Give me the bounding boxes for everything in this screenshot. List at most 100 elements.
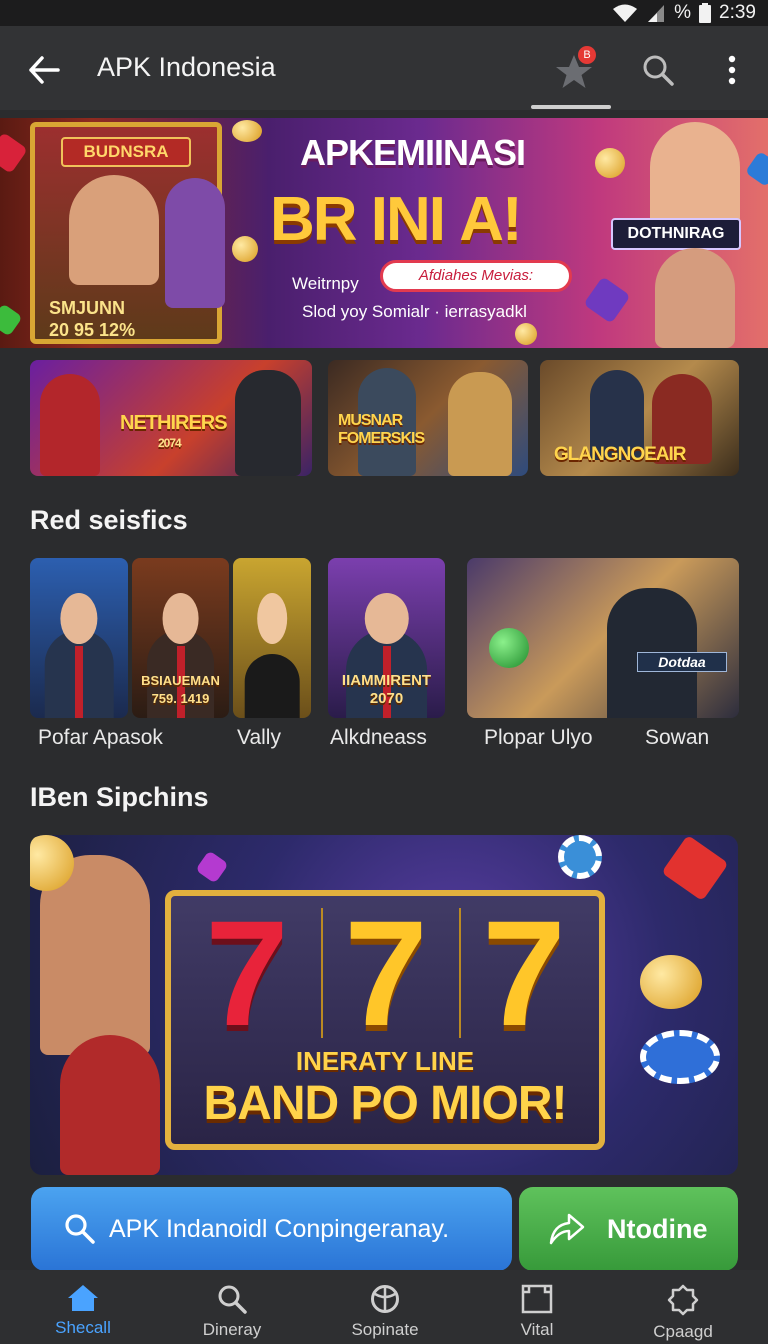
slot-machine-frame: 7 7 7 INERATY LINE BAND PO MIOR! [165, 890, 605, 1150]
coin-decoration [232, 236, 258, 262]
nav-label: Vital [520, 1320, 554, 1339]
game-tile[interactable]: IIAMMIRENT 2070 [328, 558, 445, 718]
page-title: APK Indonesia [97, 52, 276, 82]
featured-title: BAND PO MIOR! [203, 1077, 568, 1130]
home-icon [68, 1285, 98, 1311]
coin-decoration [640, 955, 702, 1009]
promo-title: MUSNAR FOMERSKIS [338, 412, 425, 447]
battery-icon [699, 3, 712, 23]
promo-title: GLANGNOEAIR [554, 444, 686, 465]
game-tile-tag: Dotdaa [637, 652, 727, 672]
game-tile[interactable]: BSIAUEMAN 759. 1419 [132, 558, 229, 718]
hero-pill: Afdiahes Mevias: [380, 260, 572, 292]
game-tile[interactable] [30, 558, 128, 718]
game-tile[interactable] [233, 558, 311, 718]
section-title: IBen Sipchins [30, 782, 209, 812]
hero-banner[interactable]: BUDNSRA SMJUNN 20 95 12% APKEMIINASI BR … [0, 118, 768, 348]
character-image [655, 248, 735, 348]
character-image [244, 654, 300, 718]
battery-percent: % [674, 2, 692, 23]
notification-badge: B [578, 46, 596, 64]
search-icon [643, 55, 674, 86]
download-apk-button[interactable]: APK Indanoidl Conpingeranay. [31, 1187, 512, 1271]
gem-decoration [0, 303, 23, 337]
nav-item-home[interactable]: Shecall [18, 1270, 148, 1344]
slot-symbol: 7 [205, 889, 289, 1057]
online-label: Ntodine [607, 1213, 708, 1244]
chip-decoration [640, 1030, 720, 1084]
featured-game-banner[interactable]: 7 7 7 INERATY LINE BAND PO MIOR! [30, 835, 738, 1175]
nav-label: Dineray [202, 1320, 262, 1339]
chip-decoration [558, 835, 602, 879]
coin-decoration [595, 148, 625, 178]
character-image [69, 175, 159, 285]
more-vertical-icon [728, 55, 736, 85]
status-bar: % 2:39 [0, 0, 768, 26]
promo-subtitle: 2074 [158, 436, 182, 450]
game-caption: Alkdneass [330, 726, 427, 749]
back-button[interactable] [22, 48, 66, 92]
hero-subtext: Slod yoy Somialr · ierrasyadkl [302, 302, 527, 321]
character-face [257, 593, 287, 645]
promo-title: NETHIRERS [120, 412, 228, 434]
search-button[interactable] [636, 48, 680, 92]
game-caption: Pofar Apasok [38, 726, 163, 749]
nav-item-settings[interactable]: Cpaagd [618, 1270, 748, 1344]
more-options-button[interactable] [710, 48, 754, 92]
nav-item-search[interactable]: Dineray [167, 1270, 297, 1344]
online-button[interactable]: Ntodine [519, 1187, 738, 1271]
nav-label: Cpaagd [653, 1322, 713, 1341]
hero-frame-caption-line: 20 95 12% [49, 320, 136, 340]
character-tie [75, 646, 83, 718]
frame-icon [521, 1284, 553, 1314]
promo-card[interactable]: MUSNAR FOMERSKIS [328, 360, 528, 476]
wifi-icon [613, 4, 638, 22]
favorites-button[interactable]: B [552, 46, 596, 90]
character-image [60, 1035, 160, 1175]
download-apk-label: APK Indanoidl Conpingeranay. [109, 1214, 450, 1243]
game-caption: Plopar Ulyo [484, 726, 593, 749]
clock: 2:39 [719, 2, 756, 23]
game-tile[interactable]: Dotdaa [467, 558, 739, 718]
character-image [448, 372, 512, 476]
nav-item-explore[interactable]: Sopinate [320, 1270, 450, 1344]
status-icons: % 2:39 [612, 0, 756, 26]
search-icon [65, 1214, 95, 1244]
hero-frame-caption-line: SMJUNN [49, 298, 126, 318]
app-bar: APK Indonesia B [0, 26, 768, 110]
nav-item-vital[interactable]: Vital [472, 1270, 602, 1344]
share-arrow-icon [549, 1213, 585, 1245]
character-image [165, 178, 225, 308]
character-face [162, 593, 199, 645]
section-title: Red seisfics [30, 505, 188, 535]
character-image [40, 374, 100, 476]
nav-label: Sopinate [351, 1320, 419, 1339]
hero-tagline: Weitrnpy [292, 274, 359, 293]
slot-reel: 7 [459, 898, 587, 1048]
hero-right-label: DOTHNIRAG [611, 218, 741, 250]
hero-frame-caption: SMJUNN 20 95 12% [49, 297, 135, 341]
slot-reel: 7 [183, 889, 311, 1057]
game-caption: Vally [237, 726, 281, 749]
search-icon [218, 1285, 247, 1314]
gem-decoration [195, 850, 229, 884]
featured-subtitle: INERATY LINE [295, 1046, 475, 1076]
character-image [235, 370, 301, 476]
promo-card[interactable]: GLANGNOEAIR [540, 360, 739, 476]
coin-decoration [515, 323, 537, 345]
gem-decoration [0, 132, 28, 174]
coin-decoration [232, 120, 262, 142]
game-tile-tag: IIAMMIRENT 2070 [341, 672, 432, 707]
game-tile-tag: BSIAUEMAN 759. 1419 [141, 673, 220, 706]
nav-label: Shecall [55, 1318, 111, 1337]
arrow-left-icon [29, 56, 60, 84]
gem-decoration [661, 835, 729, 902]
hero-frame-title: BUDNSRA [61, 137, 191, 167]
bottom-nav: Shecall Dineray Sopinate Vital Cpaagd [0, 1270, 768, 1344]
coin-decoration [489, 628, 529, 668]
gem-decoration [583, 276, 631, 324]
gem-decoration [744, 150, 768, 188]
hero-headline: APKEMIINASI [300, 132, 526, 173]
promo-card[interactable]: NETHIRERS 2074 [30, 360, 312, 476]
globe-icon [371, 1285, 399, 1313]
